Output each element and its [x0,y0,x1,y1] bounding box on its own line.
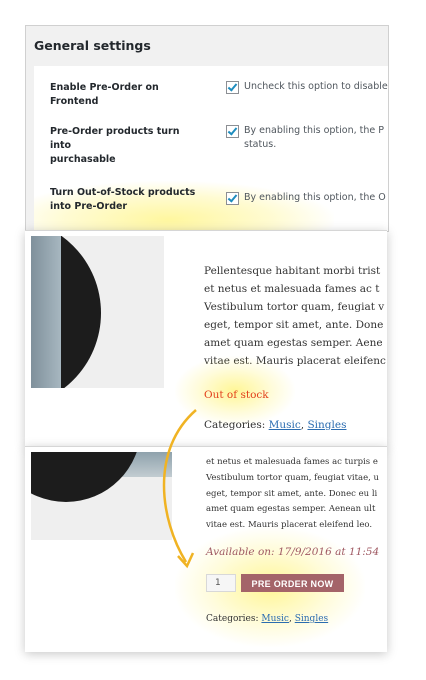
product-image[interactable] [31,236,164,388]
out-of-stock-preorder-checkbox[interactable] [226,192,239,205]
description-line: eget, tempor sit amet, ante. Done [204,319,384,331]
product-image[interactable] [31,452,172,540]
enable-preorder-label: Enable Pre-Order on Frontend [50,81,200,109]
product-categories: Categories: Music, Singles [204,419,347,431]
label-line: Pre-Order products turn into [50,126,180,151]
description-line: et netus et malesuada fames ac turpis e [206,457,378,467]
description-line: Vestibulum tortor quam, feugiat vitae, u [206,472,380,483]
out-of-stock-preorder-desc: By enabling this option, the O [244,192,386,203]
enable-preorder-desc: Uncheck this option to disable [244,81,388,92]
categories-label: Categories: [204,419,266,431]
description-line: Vestibulum tortor quam, feugiat v [204,301,385,313]
vinyl-record-icon [31,452,141,502]
category-link-singles[interactable]: Singles [307,419,346,431]
enable-preorder-checkbox[interactable] [226,81,239,94]
stock-status: Out of stock [204,389,269,401]
description-line: Pellentesque habitant morbi trist [204,265,381,277]
category-link-music[interactable]: Music [269,419,301,431]
pre-order-now-button[interactable]: PRE ORDER NOW [241,574,344,592]
desc-line: status. [244,139,277,150]
purchasable-checkbox[interactable] [226,125,239,138]
record-sleeve [31,236,61,388]
settings-body: Enable Pre-Order on Frontend Uncheck thi… [34,66,388,231]
desc-line: By enabling this option, the P [244,125,384,136]
category-link-singles[interactable]: Singles [295,614,328,624]
category-link-music[interactable]: Music [261,614,289,624]
availability-date: Available on: 17/9/2016 at 11:54 [206,546,380,558]
description-line: amet quam egestas semper. Aenean ult [206,504,376,515]
purchasable-desc: By enabling this option, the P status. [244,124,384,152]
product-description: Pellentesque habitant morbi trist et net… [204,262,386,370]
description-line: et netus et malesuada fames ac t [204,283,380,295]
label-line: purchasable [50,154,116,165]
settings-title: General settings [34,38,151,53]
label-line: into Pre-Order [50,201,128,212]
out-of-stock-preorder-label: Turn Out-of-Stock products into Pre-Orde… [50,186,200,214]
product-before-panel: Pellentesque habitant morbi trist et net… [25,230,387,447]
general-settings-panel: General settings Enable Pre-Order on Fro… [25,25,389,232]
label-line: Enable Pre-Order on Frontend [50,82,159,107]
label-line: Turn Out-of-Stock products [50,187,196,198]
categories-label: Categories: [206,614,259,624]
product-description: et netus et malesuada fames ac turpis e … [206,455,379,534]
quantity-input[interactable]: 1 [206,574,236,592]
description-line: eget, tempor sit amet, ante. Donec eu li [206,488,378,499]
purchasable-label: Pre-Order products turn into purchasable [50,125,200,167]
product-after-panel: et netus et malesuada fames ac turpis e … [25,446,387,652]
description-line: amet quam egestas semper. Aene [204,337,383,349]
product-categories: Categories: Music, Singles [206,614,329,624]
